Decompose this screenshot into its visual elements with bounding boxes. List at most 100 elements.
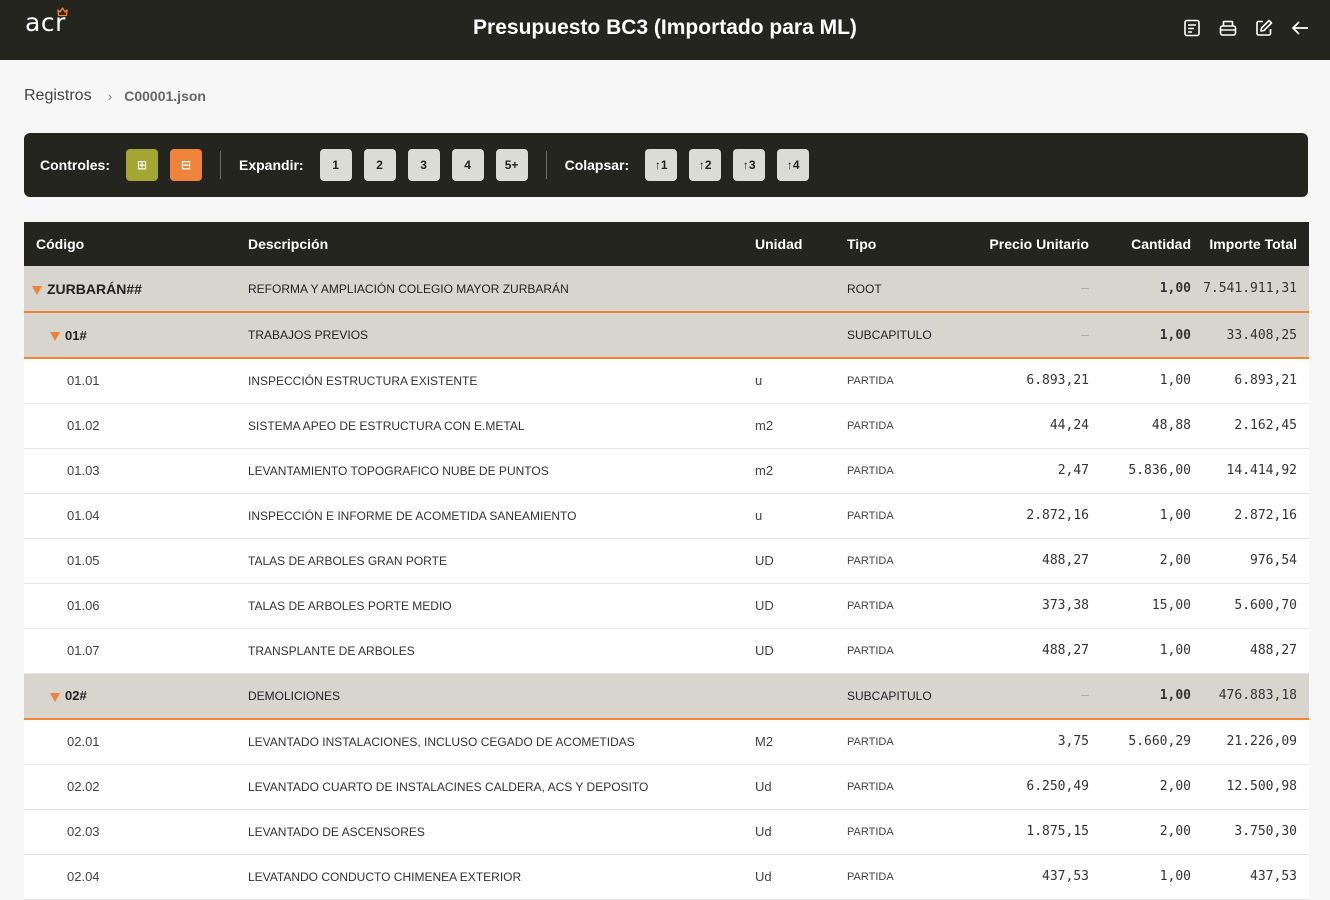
collapse-level-2-button[interactable]: ↑2 (689, 149, 722, 181)
print-icon[interactable] (1218, 18, 1238, 38)
collapse-all-icon: ⊟ (180, 158, 192, 172)
collapse-level-1-button[interactable]: ↑1 (645, 149, 678, 181)
row-type: PARTIDA (847, 870, 894, 883)
back-arrow-icon[interactable] (1290, 18, 1310, 38)
table-body: ZURBARÁN## REFORMA Y AMPLIACIÓN COLEGIO M… (24, 266, 1309, 899)
row-code: 02.01 (67, 734, 100, 750)
row-quantity: 1,00 (1159, 508, 1191, 523)
row-description: DEMOLICIONES (248, 688, 341, 703)
row-description: LEVANTADO CUARTO DE INSTALACINES CALDERA… (248, 779, 649, 794)
row-total: 437,53 (1250, 869, 1297, 884)
row-quantity: 15,00 (1151, 598, 1191, 613)
row-unit-price: 437,53 (1042, 869, 1089, 884)
collapse-all-button[interactable]: ⊟ (170, 149, 202, 181)
row-unit: UD (755, 598, 774, 613)
table-row: 01.05 TALAS DE ARBOLES GRAN PORTE UD PARTID… (24, 538, 1309, 583)
collapse-level-3-button[interactable]: ↑3 (733, 149, 766, 181)
row-total: 6.893,21 (1234, 373, 1297, 389)
row-type: PARTIDA (847, 509, 894, 522)
divider (220, 151, 221, 179)
row-unit: m2 (755, 463, 774, 478)
col-header-codigo[interactable]: Código (24, 222, 248, 266)
row-unit-price: 44,24 (1049, 418, 1089, 433)
row-quantity: 1,00 (1159, 643, 1191, 658)
row-unit (755, 673, 847, 719)
caret-down-icon[interactable] (32, 285, 42, 295)
row-total: 488,27 (1250, 643, 1297, 658)
row-unit: Ud (755, 824, 772, 839)
cell-code: 02# (24, 673, 248, 719)
row-total: 21.226,09 (1226, 734, 1297, 750)
chevron-right-icon: › (107, 88, 113, 104)
col-header-importe[interactable]: Importe Total (1191, 222, 1309, 266)
row-description: INSPECCIÓN ESTRUCTURA EXISTENTE (248, 373, 478, 388)
expand-all-button[interactable]: ⊞ (126, 149, 158, 181)
row-total: 33.408,25 (1226, 327, 1297, 343)
row-total: 14.414,92 (1226, 463, 1297, 478)
table-row-root[interactable]: ZURBARÁN## REFORMA Y AMPLIACIÓN COLEGIO M… (24, 266, 1309, 312)
col-header-unidad[interactable]: Unidad (755, 222, 847, 266)
row-description: TRABAJOS PREVIOS (248, 328, 369, 342)
cell-code: 01# (24, 312, 248, 358)
col-header-precio[interactable]: Precio Unitario (957, 222, 1089, 266)
col-header-tipo[interactable]: Tipo (847, 222, 957, 266)
row-type: PARTIDA (847, 464, 894, 477)
row-unit-price: 373,38 (1042, 598, 1089, 613)
row-code: 01# (65, 327, 87, 343)
row-quantity: 1,00 (1159, 327, 1191, 343)
row-unit: UD (755, 553, 774, 568)
col-header-descripcion[interactable]: Descripción (248, 222, 755, 266)
col-header-cantidad[interactable]: Cantidad (1089, 222, 1191, 266)
row-quantity: 48,88 (1151, 418, 1191, 433)
caret-down-icon[interactable] (50, 692, 60, 702)
expand-all-icon: ⊞ (136, 158, 148, 172)
row-total: 2.872,16 (1234, 508, 1297, 523)
top-bar: acr Presupuesto BC3 (Importado para ML) (0, 0, 1330, 60)
header-actions (1182, 18, 1310, 38)
row-description: TALAS DE ARBOLES GRAN PORTE (248, 553, 447, 568)
document-icon[interactable] (1182, 18, 1202, 38)
table-row-chapter[interactable]: 01# TRABAJOS PREVIOS SUBCAPITULO — 1,00 33.40… (24, 312, 1309, 358)
collapse-level-4-button[interactable]: ↑4 (777, 149, 810, 181)
row-code: ZURBARÁN## (47, 280, 142, 297)
row-type: PARTIDA (847, 825, 894, 838)
row-code: 02.03 (67, 824, 100, 839)
budget-table: Código Descripción Unidad Tipo Precio Un… (24, 222, 1309, 900)
expand-label: Expandir: (239, 157, 304, 173)
row-total: 2.162,45 (1234, 418, 1297, 433)
expand-level-3-button[interactable]: 3 (407, 149, 440, 181)
caret-down-icon[interactable] (50, 331, 60, 341)
expand-level-5plus-button[interactable]: 5+ (495, 149, 528, 181)
row-type: PARTIDA (847, 780, 894, 793)
breadcrumb-registros[interactable]: Registros (24, 87, 92, 105)
row-description: LEVANTADO DE ASCENSORES (248, 824, 425, 839)
table-row: 01.06 TALAS DE ARBOLES PORTE MEDIO UD PARTI… (24, 583, 1309, 628)
row-unit (755, 312, 847, 358)
row-total: 12.500,98 (1226, 779, 1297, 794)
table-row-chapter[interactable]: 02# DEMOLICIONES SUBCAPITULO — 1,00 476.883,1… (24, 673, 1309, 719)
controls-label: Controles: (40, 157, 110, 173)
row-unit: u (755, 373, 763, 389)
row-description: INSPECCIÓN E INFORME DE ACOMETIDA SANEAM… (248, 508, 577, 523)
expand-level-2-button[interactable]: 2 (363, 149, 396, 181)
edit-icon[interactable] (1254, 18, 1274, 38)
expand-level-1-button[interactable]: 1 (319, 149, 352, 181)
row-unit: m2 (755, 418, 774, 433)
table-row: 01.01 INSPECCIÓN ESTRUCTURA EXISTENTE u PAR… (24, 358, 1309, 403)
expand-level-4-button[interactable]: 4 (451, 149, 484, 181)
row-type: SUBCAPITULO (847, 328, 932, 342)
row-code: 01.04 (67, 508, 100, 523)
row-unit: Ud (755, 869, 772, 884)
row-type: PARTIDA (847, 554, 894, 567)
row-quantity: 1,00 (1159, 281, 1191, 296)
row-code: 02.02 (67, 779, 100, 794)
cell-code: ZURBARÁN## (24, 266, 248, 312)
table-row: 01.07 TRANSPLANTE DE ARBOLES UD PARTIDA 488,… (24, 628, 1309, 673)
breadcrumb-current: C00001.json (124, 88, 206, 104)
row-code: 01.01 (67, 373, 100, 389)
row-unit-price: 488,27 (1042, 553, 1089, 568)
row-unit: Ud (755, 779, 772, 794)
row-quantity: 1,00 (1159, 373, 1191, 389)
row-unit-price: 6.250,49 (1026, 779, 1089, 794)
row-unit-price: 6.893,21 (1026, 373, 1089, 389)
